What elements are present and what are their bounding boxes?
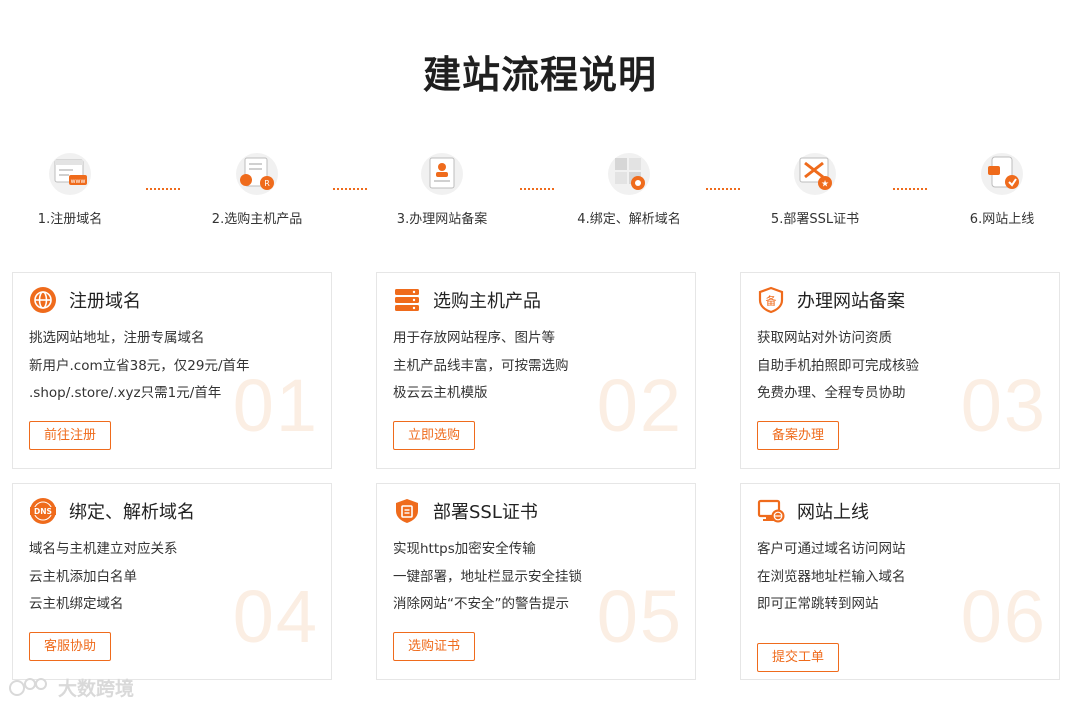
card-number: 02: [596, 364, 683, 447]
customer-service-button[interactable]: 客服协助: [29, 632, 112, 661]
card-title: 办理网站备案: [797, 291, 905, 312]
svg-text:www: www: [71, 178, 86, 185]
svg-text:DNS: DNS: [34, 507, 52, 516]
step-2: R 2.选购主机产品: [187, 150, 327, 227]
card-description: 客户可通过域名访问网站 在浏览器地址栏输入域名 即可正常跳转到网站: [757, 536, 906, 619]
server-icon: [395, 289, 419, 311]
step-4: 4.绑定、解析域名: [559, 150, 699, 227]
card-line: 云主机添加白名单: [29, 568, 137, 585]
step-1: www 1.注册域名: [0, 150, 140, 227]
card-line: 新用户.com立省38元，仅29元/首年: [29, 357, 250, 374]
card-register-domain: 注册域名 挑选网站地址，注册专属域名 新用户.com立省38元，仅29元/首年 …: [12, 272, 332, 469]
card-line: 用于存放网站程序、图片等: [393, 330, 555, 346]
globe-icon: [30, 287, 56, 313]
card-title: 绑定、解析域名: [69, 502, 195, 523]
card-line: 挑选网站地址，注册专属域名: [29, 330, 205, 346]
step-3: 3.办理网站备案: [372, 150, 512, 227]
card-header: 选购主机产品: [393, 285, 541, 315]
svg-text:R: R: [264, 179, 270, 188]
card-line: 主机产品线丰富，可按需选购: [393, 357, 569, 374]
step-label: 3.办理网站备案: [396, 212, 488, 227]
card-description: 获取网站对外访问资质 自助手机拍照即可完成核验 免费办理、全程专员协助: [757, 325, 919, 408]
step-label: 1.注册域名: [37, 212, 103, 227]
card-line: 自助手机拍照即可完成核验: [757, 357, 919, 374]
submit-ticket-button[interactable]: 提交工单: [757, 643, 840, 672]
dns-grid-icon: [608, 153, 650, 195]
watermark: 大数跨境: [8, 672, 134, 702]
ssl-shield-icon: [396, 499, 418, 523]
step-label: 6.网站上线: [969, 212, 1035, 227]
dns-icon: DNS: [30, 498, 56, 524]
card-title: 注册域名: [69, 291, 141, 312]
id-card-icon: [421, 153, 463, 195]
watermark-text: 大数跨境: [58, 677, 135, 700]
card-website-filing: 备 办理网站备案 获取网站对外访问资质 自助手机拍照即可完成核验 免费办理、全程…: [740, 272, 1060, 469]
svg-text:★: ★: [821, 180, 829, 190]
card-website-launch: 网站上线 客户可通过域名访问网站 在浏览器地址栏输入域名 即可正常跳转到网站 0…: [740, 483, 1060, 680]
card-line: 实现https加密安全传输: [393, 541, 536, 557]
buy-certificate-button[interactable]: 选购证书: [393, 632, 476, 661]
card-line: 在浏览器地址栏输入域名: [757, 568, 906, 585]
step-connector: [893, 188, 927, 190]
card-description: 用于存放网站程序、图片等 主机产品线丰富，可按需选购 极云云主机模版: [393, 325, 569, 408]
card-line: 域名与主机建立对应关系: [29, 541, 178, 557]
step-5: ★ 5.部署SSL证书: [745, 150, 885, 227]
card-line: .shop/.store/.xyz只需1元/首年: [29, 385, 222, 401]
filing-badge-icon: 备: [758, 286, 784, 314]
card-header: 部署SSL证书: [393, 496, 538, 526]
card-buy-host: 选购主机产品 用于存放网站程序、图片等 主机产品线丰富，可按需选购 极云云主机模…: [376, 272, 696, 469]
card-number: 06: [960, 575, 1047, 658]
page-title: 建站流程说明: [422, 53, 657, 97]
step-connector: [333, 188, 367, 190]
card-header: 网站上线: [757, 496, 869, 526]
domain-browser-icon: www: [49, 153, 91, 195]
step-connector: [520, 188, 554, 190]
card-description: 挑选网站地址，注册专属域名 新用户.com立省38元，仅29元/首年 .shop…: [29, 325, 250, 408]
step-6: 6.网站上线: [932, 150, 1072, 227]
card-header: 备 办理网站备案: [757, 285, 905, 315]
card-number: 04: [232, 575, 319, 658]
mobile-launch-icon: [981, 153, 1023, 195]
card-line: 一键部署，地址栏显示安全挂锁: [393, 568, 582, 585]
card-line: 获取网站对外访问资质: [757, 330, 892, 346]
buy-now-button[interactable]: 立即选购: [393, 421, 476, 450]
host-document-icon: R: [236, 153, 278, 195]
step-connector: [706, 188, 740, 190]
step-label: 4.绑定、解析域名: [577, 212, 681, 227]
card-line: 极云云主机模版: [393, 385, 488, 401]
card-title: 选购主机产品: [433, 291, 541, 312]
card-title: 部署SSL证书: [433, 502, 538, 523]
card-description: 实现https加密安全传输 一键部署，地址栏显示安全挂锁 消除网站“不安全”的警…: [393, 536, 582, 619]
svg-text:备: 备: [766, 294, 777, 308]
step-connector: [146, 188, 180, 190]
card-header: DNS 绑定、解析域名: [29, 496, 195, 526]
card-line: 客户可通过域名访问网站: [757, 541, 906, 557]
step-label: 5.部署SSL证书: [770, 212, 860, 227]
monitor-globe-icon: [757, 499, 785, 523]
card-bind-domain: DNS 绑定、解析域名 域名与主机建立对应关系 云主机添加白名单 云主机绑定域名…: [12, 483, 332, 680]
card-ssl-certificate: 部署SSL证书 实现https加密安全传输 一键部署，地址栏显示安全挂锁 消除网…: [376, 483, 696, 680]
card-title: 网站上线: [797, 502, 869, 523]
filing-button[interactable]: 备案办理: [757, 421, 840, 450]
card-description: 域名与主机建立对应关系 云主机添加白名单 云主机绑定域名: [29, 536, 178, 619]
register-domain-button[interactable]: 前往注册: [29, 421, 112, 450]
card-number: 05: [596, 575, 683, 658]
watermark-logo-icon: [9, 678, 47, 696]
card-line: 免费办理、全程专员协助: [757, 385, 906, 401]
card-line: 即可正常跳转到网站: [757, 596, 879, 612]
card-number: 01: [232, 364, 319, 447]
card-line: 云主机绑定域名: [29, 596, 124, 612]
ssl-certificate-icon: ★: [794, 153, 836, 195]
card-line: 消除网站“不安全”的警告提示: [393, 596, 569, 612]
card-header: 注册域名: [29, 285, 141, 315]
step-label: 2.选购主机产品: [211, 212, 303, 227]
process-steps: www 1.注册域名 R 2.选购主机产品 3.办理网站备案 4.绑定、解析域名…: [0, 150, 1080, 230]
card-number: 03: [960, 364, 1047, 447]
